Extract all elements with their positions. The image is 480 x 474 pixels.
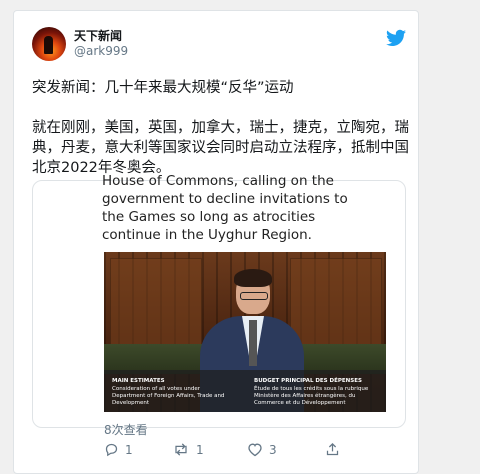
share-icon <box>326 442 339 456</box>
retweet-count: 1 <box>196 442 204 457</box>
video-player[interactable]: MAIN ESTIMATES Consideration of all vote… <box>104 252 386 412</box>
user-handle[interactable]: @ark999 <box>74 44 128 58</box>
like-icon <box>248 443 262 457</box>
twitter-bird-icon[interactable] <box>386 29 406 47</box>
like-count: 3 <box>269 442 277 457</box>
retweet-icon <box>175 443 187 456</box>
retweet-button[interactable]: 1 <box>172 442 204 457</box>
reply-button[interactable]: 1 <box>104 442 133 457</box>
like-button[interactable]: 3 <box>247 442 277 457</box>
tweet-headline: 突发新闻：几十年来最大规模“反华”运动 <box>32 80 294 96</box>
quoted-text: House of Commons, calling on the governm… <box>102 173 348 243</box>
reply-icon <box>105 443 118 457</box>
caption-left-body: Consideration of all votes under Departm… <box>112 386 225 406</box>
reply-count: 1 <box>125 442 133 457</box>
video-caption-band: MAIN ESTIMATES Consideration of all vote… <box>104 370 386 412</box>
tweet-body: 就在刚刚，美国，英国，加拿大，瑞士，捷克，立陶宛，瑞典，丹麦，意大利等国家议会同… <box>32 120 409 176</box>
display-name[interactable]: 天下新闻 <box>74 27 122 44</box>
view-count: 8次查看 <box>104 423 148 437</box>
share-button[interactable] <box>325 442 340 457</box>
caption-right-title: BUDGET PRINCIPAL DES DÉPENSES <box>254 378 362 384</box>
caption-left-title: MAIN ESTIMATES <box>112 378 165 384</box>
avatar[interactable] <box>32 27 66 61</box>
caption-right-body: Étude de tous les crédits sous la rubriq… <box>254 386 369 406</box>
